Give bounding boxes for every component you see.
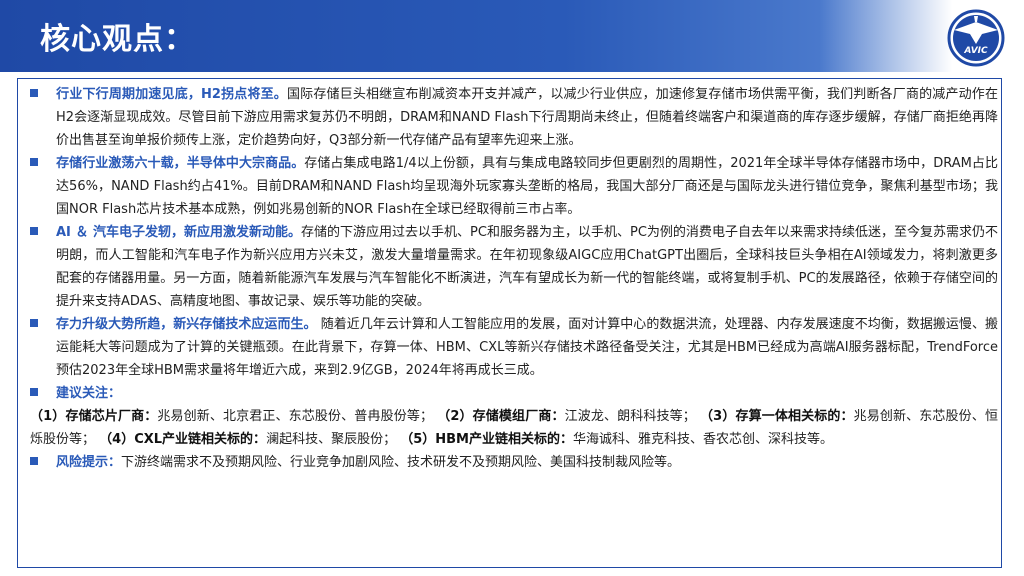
logo-text: AVIC xyxy=(964,46,988,56)
bullet-icon xyxy=(30,227,38,235)
recommend-text: 澜起科技、聚辰股份； xyxy=(266,432,397,447)
recommend-heading: 建议关注： xyxy=(56,386,122,401)
content: 行业下行周期加速见底，H2拐点将至。国际存储巨头相继宣布削减资本开支并减产，以减… xyxy=(30,83,998,474)
section-heading: 存储行业激荡六十载，半导体中大宗商品。 xyxy=(56,156,305,171)
section-heading: AI ＆ 汽车电子发轫，新应用激发新动能。 xyxy=(56,225,302,240)
section-3: AI ＆ 汽车电子发轫，新应用激发新动能。存储的下游应用过去以手机、PC和服务器… xyxy=(30,221,998,313)
recommend-text: 江波龙、朗科科技等； xyxy=(564,409,696,424)
page-title: 核心观点： xyxy=(40,22,195,57)
bullet-icon xyxy=(30,388,38,396)
recommend-num: （3） xyxy=(700,409,736,424)
recommend-num: （5） xyxy=(400,432,436,447)
section-4: 存力升级大势所趋，新兴存储技术应运而生。 随着近几年云计算和人工智能应用的发展，… xyxy=(30,313,998,382)
risk-body: 下游终端需求不及预期风险、行业竞争加剧风险、技术研发不及预期风险、美国科技制裁风… xyxy=(121,455,681,470)
recommend-text: 兆易创新、北京君正、东芯股份、普冉股份等； xyxy=(157,409,433,424)
recommend-heading-line: 建议关注： xyxy=(30,382,998,405)
recommend-num: （2） xyxy=(437,409,473,424)
avic-logo: AVIC xyxy=(944,8,1008,68)
recommend-label: 存储模组厂商： xyxy=(472,409,565,424)
bullet-icon xyxy=(30,319,38,327)
recommend-label: 存储芯片厂商： xyxy=(65,409,158,424)
recommend-num: （4） xyxy=(99,432,135,447)
avic-logo-icon xyxy=(947,9,1005,67)
risk-line: 风险提示：下游终端需求不及预期风险、行业竞争加剧风险、技术研发不及预期风险、美国… xyxy=(30,451,998,474)
bullet-icon xyxy=(30,89,38,97)
risk-heading: 风险提示： xyxy=(56,455,122,470)
recommend-text: 华海诚科、雅克科技、香农芯创、深科技等。 xyxy=(573,432,834,447)
section-2: 存储行业激荡六十载，半导体中大宗商品。存储占集成电路1/4以上份额，具有与集成电… xyxy=(30,152,998,221)
bullet-icon xyxy=(30,457,38,465)
recommend-label: 存算一体相关标的： xyxy=(735,409,854,424)
section-heading: 行业下行周期加速见底，H2拐点将至。 xyxy=(56,87,287,102)
section-1: 行业下行周期加速见底，H2拐点将至。国际存储巨头相继宣布削减资本开支并减产，以减… xyxy=(30,83,998,152)
recommend-list: （1）存储芯片厂商：兆易创新、北京君正、东芯股份、普冉股份等； （2）存储模组厂… xyxy=(30,405,998,451)
recommend-label: HBM产业链相关标的： xyxy=(435,432,573,447)
bullet-icon xyxy=(30,158,38,166)
recommend-num: （1） xyxy=(30,409,66,424)
section-heading: 存力升级大势所趋，新兴存储技术应运而生。 xyxy=(56,317,317,332)
content-box: 行业下行周期加速见底，H2拐点将至。国际存储巨头相继宣布削减资本开支并减产，以减… xyxy=(17,78,1002,568)
recommend-label: CXL产业链相关标的： xyxy=(134,432,267,447)
